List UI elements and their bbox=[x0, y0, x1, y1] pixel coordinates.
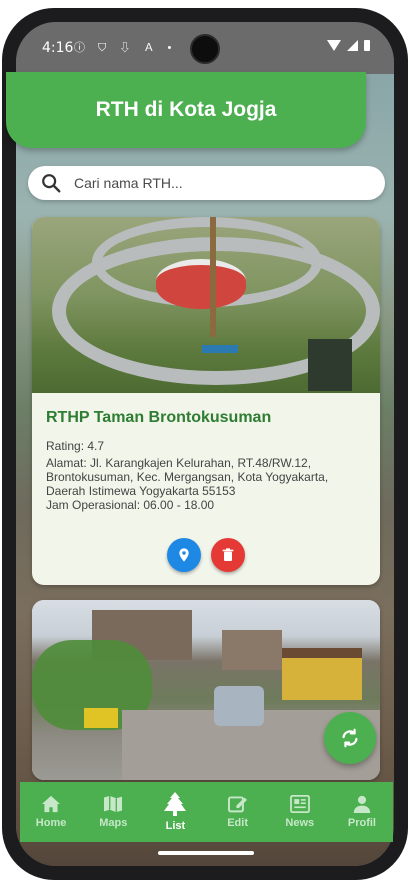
card-content: RTHP Taman Brontokusuman Rating: 4.7 Ala… bbox=[46, 409, 366, 512]
nav-item-profil[interactable]: Profil bbox=[331, 782, 393, 842]
map-icon bbox=[104, 795, 123, 813]
status-bar: 4:16 ⓘ ⛉ ⇩ Ａ • bbox=[16, 22, 394, 74]
card-address: Alamat: Jl. Karangkajen Kelurahan, RT.48… bbox=[46, 456, 329, 498]
wifi-icon bbox=[327, 40, 341, 51]
search-bar[interactable] bbox=[28, 166, 385, 200]
app-bar: RTH di Kota Jogja bbox=[6, 72, 366, 148]
nav-label: Edit bbox=[227, 817, 248, 829]
nav-item-maps[interactable]: Maps bbox=[82, 782, 144, 842]
nav-label: Home bbox=[35, 817, 67, 829]
camera-cutout bbox=[190, 34, 220, 64]
nav-item-home[interactable]: Home bbox=[20, 782, 82, 842]
edit-icon bbox=[227, 796, 247, 813]
system-icons bbox=[327, 40, 370, 51]
nav-item-edit[interactable]: Edit bbox=[207, 782, 269, 842]
page-title: RTH di Kota Jogja bbox=[95, 98, 277, 121]
refresh-button[interactable] bbox=[324, 712, 376, 764]
nav-item-list[interactable]: List bbox=[144, 782, 206, 842]
rth-card[interactable]: RTHP Taman Brontokusuman Rating: 4.7 Ala… bbox=[32, 217, 380, 585]
card-title: RTHP Taman Brontokusuman bbox=[46, 409, 272, 426]
card-hours: Jam Operasional: 06.00 - 18.00 bbox=[46, 498, 215, 512]
bottom-nav: Home Maps List Edit News Profil bbox=[20, 782, 393, 842]
nav-label: Maps bbox=[99, 817, 128, 829]
signal-icon bbox=[347, 40, 358, 51]
nav-label: News bbox=[285, 817, 315, 829]
delete-button[interactable] bbox=[211, 538, 245, 572]
home-icon bbox=[42, 795, 61, 813]
card-rating: Rating: 4.7 bbox=[46, 439, 105, 453]
news-icon bbox=[289, 795, 310, 813]
park-photo bbox=[32, 217, 380, 393]
search-icon bbox=[42, 174, 61, 193]
home-indicator[interactable] bbox=[158, 851, 254, 855]
person-icon bbox=[353, 795, 371, 813]
tree-icon bbox=[164, 792, 187, 816]
delete-icon bbox=[222, 548, 234, 561]
nav-label: List bbox=[165, 820, 186, 832]
nav-item-news[interactable]: News bbox=[269, 782, 331, 842]
location-button[interactable] bbox=[167, 538, 201, 572]
notification-icons: ⓘ ⛉ ⇩ Ａ • bbox=[74, 42, 177, 54]
card-actions bbox=[32, 538, 380, 572]
nav-label: Profil bbox=[347, 817, 376, 829]
battery-icon bbox=[364, 40, 370, 51]
location-icon bbox=[179, 548, 189, 562]
refresh-icon bbox=[342, 728, 358, 748]
search-input[interactable] bbox=[72, 174, 356, 192]
status-time: 4:16 bbox=[42, 40, 74, 56]
